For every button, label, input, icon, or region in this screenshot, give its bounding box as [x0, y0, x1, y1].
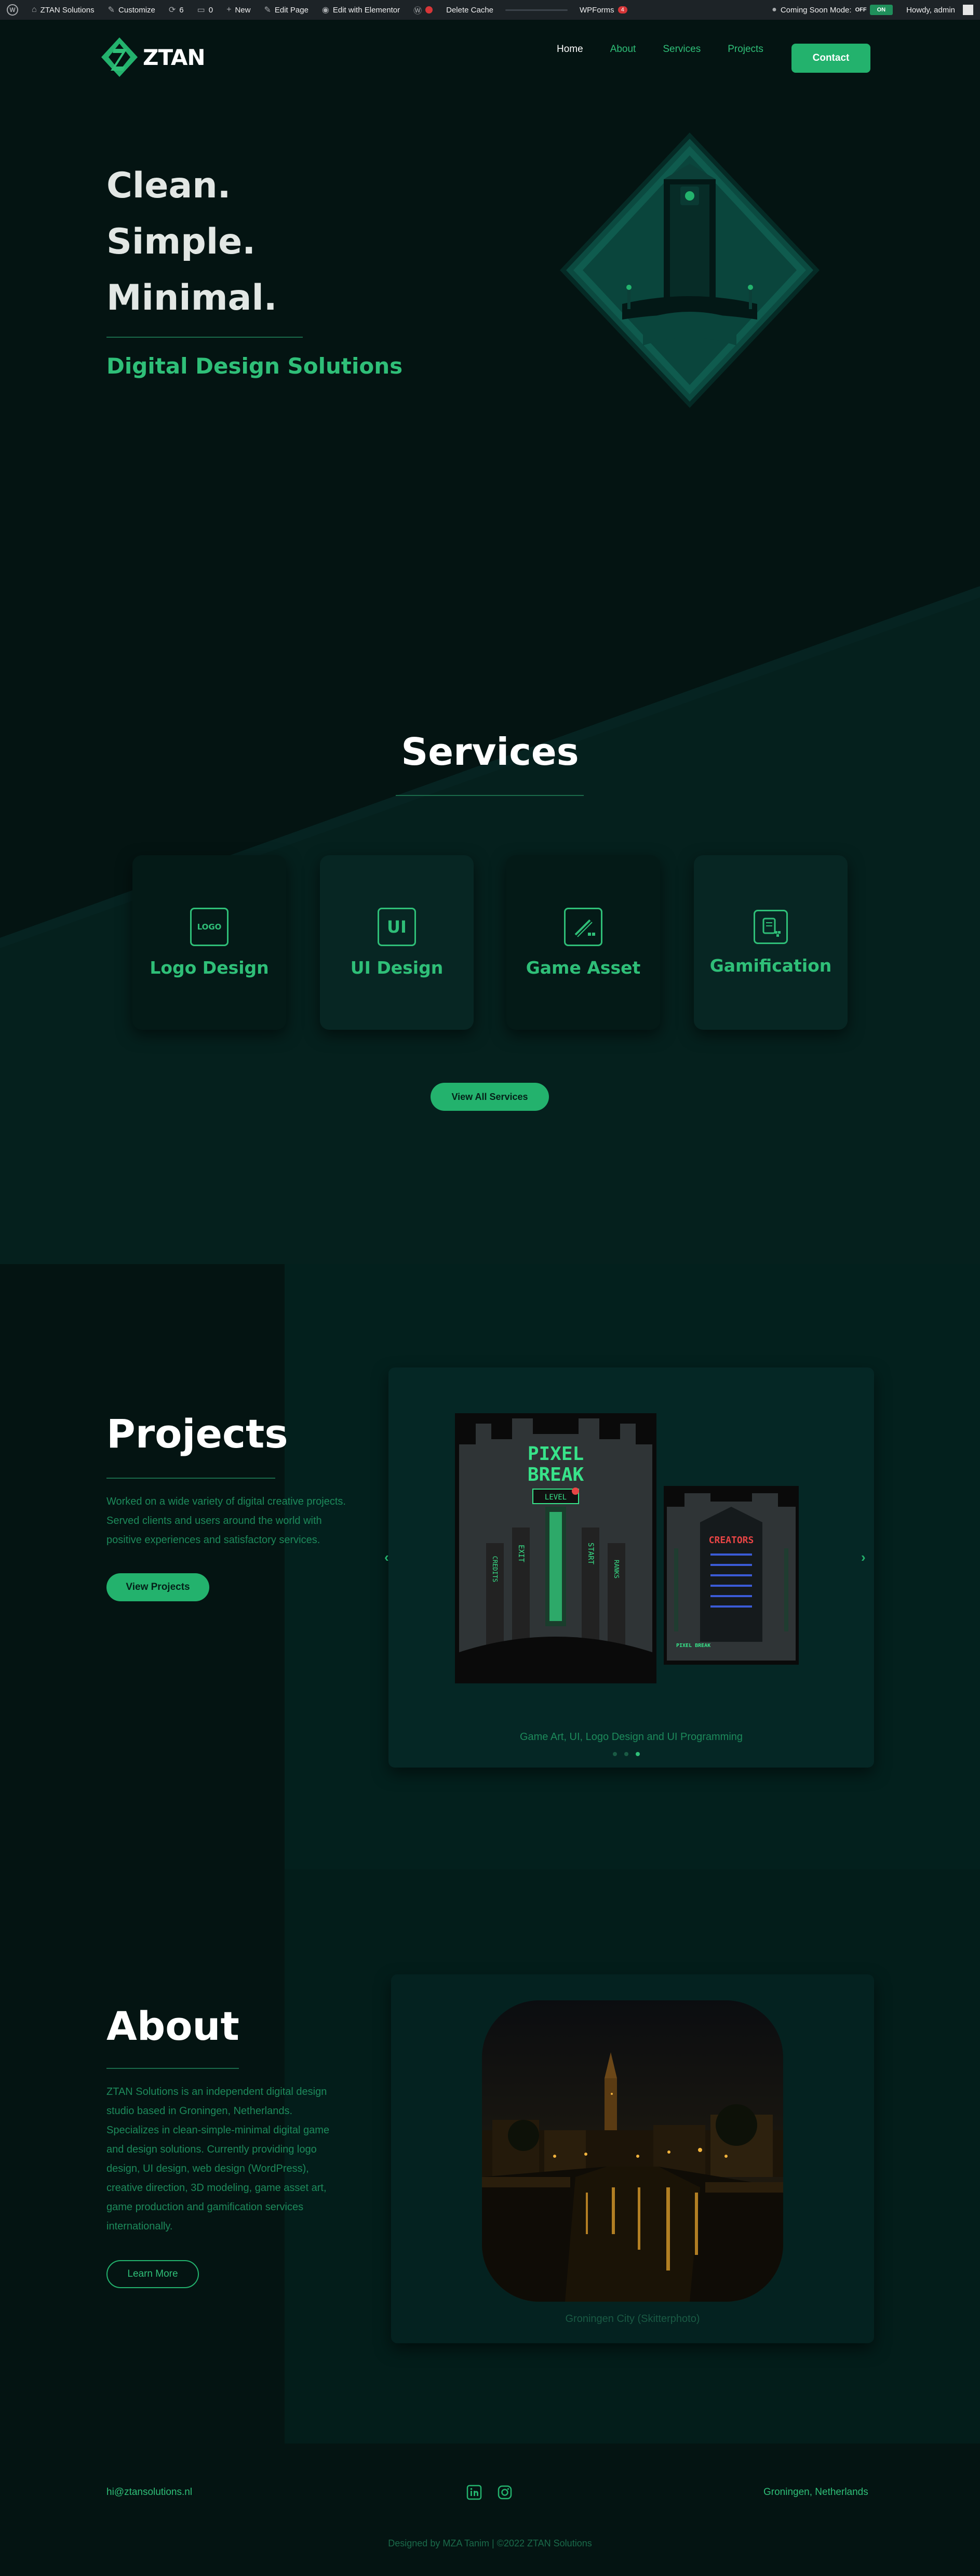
creators-poster-logo: PIXEL BREAK [676, 1643, 710, 1649]
projects-left-panel [0, 1264, 285, 1869]
hero-line-clean: Clean. [106, 165, 231, 206]
about-divider [106, 2068, 239, 2069]
about-description: ZTAN Solutions is an independent digital… [106, 2086, 330, 2232]
learn-more-button[interactable]: Learn More [106, 2260, 199, 2288]
game-asset-icon [564, 907, 602, 946]
poster-title-pixel: PIXEL [528, 1443, 584, 1465]
slider-next-arrow-icon[interactable]: › [861, 1549, 866, 1565]
edit-page-link[interactable]: ✎ Edit Page [257, 0, 315, 20]
wordpress-icon: W [7, 4, 18, 16]
customize-link[interactable]: ✎ Customize [101, 0, 162, 20]
instagram-icon[interactable] [497, 2485, 513, 2500]
poster-menu-credits: CREDITS [491, 1556, 499, 1583]
poster-menu-start: START [586, 1543, 595, 1565]
about-title: About [106, 2003, 239, 2049]
view-all-services-button[interactable]: View All Services [431, 1083, 549, 1111]
nav-home[interactable]: Home [557, 44, 583, 55]
plugin-link[interactable]: Ⓦ [407, 0, 439, 20]
wpforms-link[interactable]: WPForms 4 [573, 0, 634, 20]
service-card-logo-design[interactable]: LOGO Logo Design [132, 855, 286, 1030]
plugin-icon: Ⓦ [413, 7, 422, 16]
gamification-icon [754, 909, 788, 944]
groningen-city-photo [482, 2000, 783, 2302]
projects-title: Projects [106, 1411, 288, 1457]
logo-icon: LOGO [190, 907, 229, 946]
comment-icon: ▭ [197, 6, 205, 15]
slider-dot-active[interactable] [636, 1752, 640, 1756]
comments-link[interactable]: ▭ 0 [191, 0, 220, 20]
poster-title-break: BREAK [528, 1464, 584, 1485]
refresh-icon: ⟳ [168, 6, 176, 15]
user-account-menu[interactable]: Howdy, admin [900, 0, 980, 20]
new-content-link[interactable]: + New [220, 0, 257, 20]
nav-projects[interactable]: Projects [728, 44, 763, 55]
ztan-logo-icon [101, 37, 138, 77]
pencil-icon: ✎ [264, 6, 271, 15]
slider-prev-arrow-icon[interactable]: ‹ [384, 1549, 389, 1565]
service-card-ui-design[interactable]: UI UI Design [320, 855, 474, 1030]
view-projects-button[interactable]: View Projects [106, 1573, 209, 1601]
creators-poster[interactable]: CREATORS PIXEL BREAK [664, 1486, 799, 1665]
main-nav: Home About Services Projects [557, 44, 980, 55]
delete-cache-link[interactable]: Delete Cache [439, 0, 500, 20]
footer-email-link[interactable]: hi@ztansolutions.nl [106, 2487, 192, 2498]
home-icon: ⌂ [32, 5, 37, 14]
admin-bar-divider [505, 9, 568, 11]
contact-button[interactable]: Contact [791, 44, 870, 73]
coming-soon-mode[interactable]: ● Coming Soon Mode: OFF ON [765, 0, 900, 20]
footer-location: Groningen, Netherlands [763, 2487, 868, 2498]
admin-bar: W ⌂ ZTAN Solutions ✎ Customize ⟳ 6 ▭ 0 + New … [0, 0, 980, 20]
creators-title: CREATORS [709, 1535, 754, 1546]
updates-link[interactable]: ⟳ 6 [162, 0, 191, 20]
projects-divider [106, 1478, 275, 1479]
projects-description: Worked on a wide variety of digital crea… [106, 1496, 346, 1546]
poster-menu-ranks: RANKS [613, 1560, 620, 1578]
plus-icon: + [226, 5, 232, 14]
hero-line-minimal: Minimal. [106, 277, 277, 318]
pixel-break-poster[interactable]: PIXEL BREAK LEVEL CREDITS EXIT START RAN… [455, 1413, 656, 1683]
poster-level-badge: LEVEL [545, 1493, 567, 1502]
hero-divider [106, 337, 303, 338]
edit-elementor-link[interactable]: ◉ Edit with Elementor [315, 0, 407, 20]
ui-icon: UI [378, 907, 416, 946]
slider-dot[interactable] [613, 1752, 617, 1756]
wpforms-badge: 4 [617, 6, 627, 14]
slider-dots [613, 1752, 640, 1756]
site-logo[interactable]: ZTAN [100, 36, 205, 78]
linkedin-icon[interactable] [466, 2485, 482, 2500]
service-card-gamification[interactable]: Gamification [694, 855, 848, 1030]
hero-subtitle: Digital Design Solutions [106, 353, 403, 379]
footer-credit: Designed by MZA Tanim | ©2022 ZTAN Solut… [388, 2538, 592, 2548]
nav-services[interactable]: Services [663, 44, 701, 55]
status-dot-icon [425, 6, 433, 14]
hero-illustration [560, 132, 820, 408]
slide-caption: Game Art, UI, Logo Design and UI Program… [519, 1731, 743, 1743]
wordpress-logo-button[interactable]: W [0, 0, 25, 20]
hero-line-simple: Simple. [106, 221, 256, 262]
poster-menu-exit: EXIT [517, 1545, 525, 1562]
elementor-icon: ◉ [321, 6, 329, 15]
lightbulb-icon: ● [772, 5, 777, 14]
slider-dot[interactable] [624, 1752, 628, 1756]
coming-soon-toggle[interactable]: OFF ON [855, 5, 893, 15]
brush-icon: ✎ [108, 6, 115, 15]
services-title: Services [401, 730, 579, 774]
avatar [963, 5, 973, 15]
nav-about[interactable]: About [610, 44, 636, 55]
services-divider [396, 795, 584, 796]
site-name-link[interactable]: ⌂ ZTAN Solutions [25, 0, 101, 20]
photo-caption: Groningen City (Skitterphoto) [565, 2313, 700, 2325]
service-card-game-asset[interactable]: Game Asset [506, 855, 660, 1030]
